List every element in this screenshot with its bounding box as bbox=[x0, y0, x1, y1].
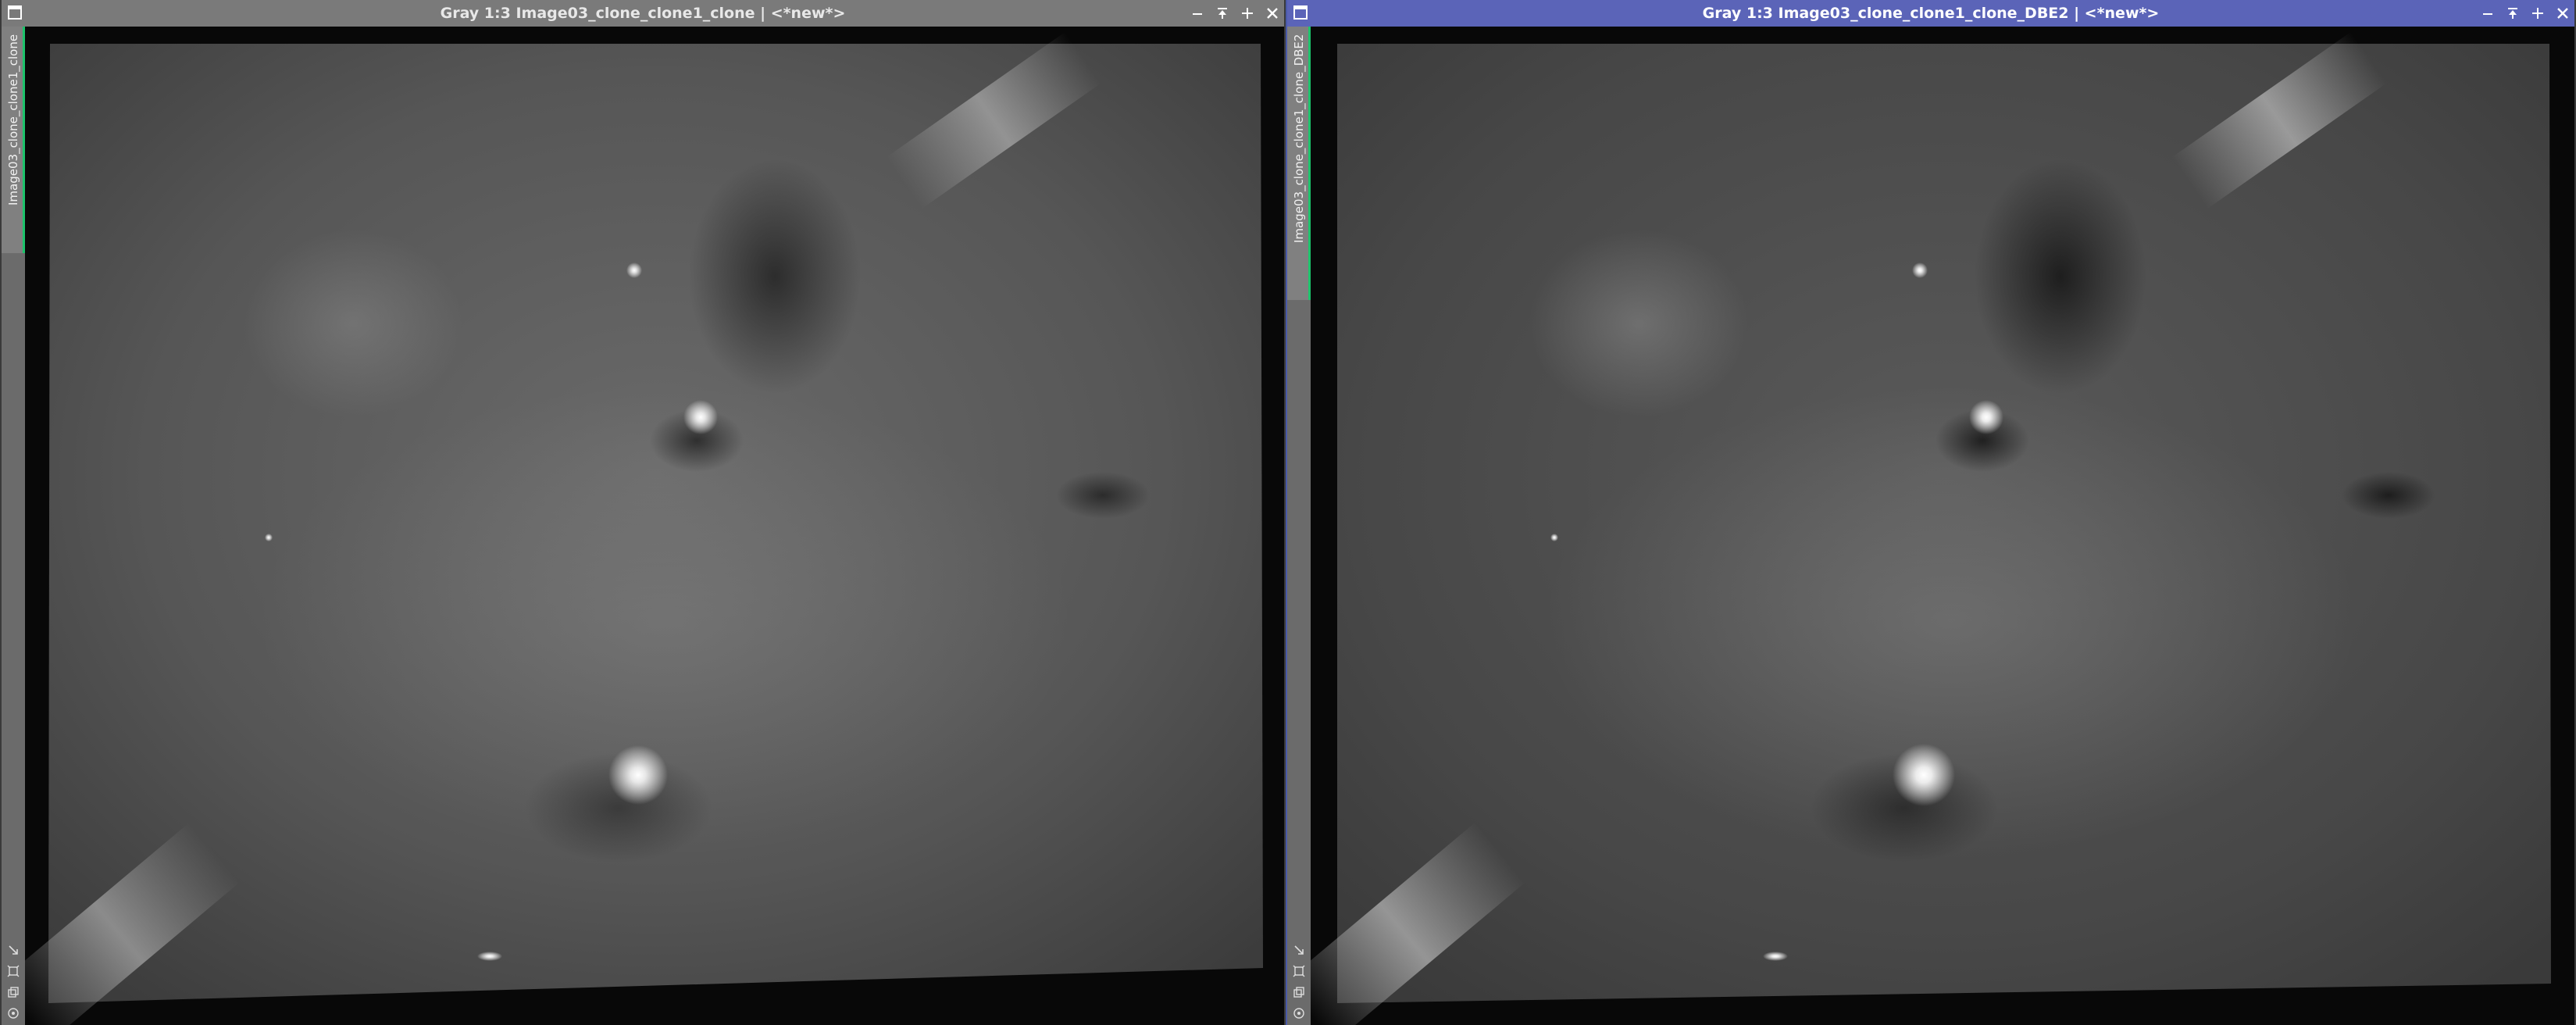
maximize-icon[interactable] bbox=[2531, 6, 2545, 20]
clone-view-icon[interactable] bbox=[1292, 985, 1306, 999]
image-window-left[interactable]: Gray 1:3 Image03_clone_clone1_clone | <*… bbox=[0, 0, 1286, 1025]
window-menu-icon[interactable] bbox=[8, 5, 22, 20]
window-title: Gray 1:3 Image03_clone_clone1_clone_DBE2… bbox=[1702, 5, 2160, 22]
view-sidebar: Image03_clone_clone1_clone_DBE2 bbox=[1287, 27, 1311, 1025]
zoom-to-fit-icon[interactable] bbox=[6, 943, 20, 957]
clone-view-icon[interactable] bbox=[6, 985, 20, 999]
view-tab[interactable]: Image03_clone_clone1_clone bbox=[2, 27, 25, 253]
options-icon[interactable] bbox=[6, 1006, 20, 1020]
image-window-right[interactable]: Gray 1:3 Image03_clone_clone1_clone_DBE2… bbox=[1286, 0, 2576, 1025]
close-icon[interactable] bbox=[1265, 6, 1279, 20]
view-tab-label: Image03_clone_clone1_clone bbox=[6, 34, 20, 206]
astro-image bbox=[1311, 31, 2551, 1025]
maximize-icon[interactable] bbox=[1240, 6, 1254, 20]
image-viewport[interactable] bbox=[1311, 27, 2574, 1025]
view-sidebar: Image03_clone_clone1_clone bbox=[2, 27, 25, 1025]
astro-image bbox=[25, 31, 1263, 1025]
shade-icon[interactable] bbox=[2506, 6, 2520, 20]
close-icon[interactable] bbox=[2556, 6, 2570, 20]
zoom-to-fit-icon[interactable] bbox=[1292, 943, 1306, 957]
minimize-icon[interactable] bbox=[1190, 6, 1204, 20]
window-titlebar[interactable]: Gray 1:3 Image03_clone_clone1_clone | <*… bbox=[2, 0, 1284, 27]
image-viewport[interactable] bbox=[25, 27, 1284, 1025]
view-tab-label: Image03_clone_clone1_clone_DBE2 bbox=[1292, 34, 1306, 244]
shade-icon[interactable] bbox=[1215, 6, 1229, 20]
fit-view-icon[interactable] bbox=[6, 964, 20, 978]
window-title: Gray 1:3 Image03_clone_clone1_clone | <*… bbox=[440, 5, 846, 22]
fit-view-icon[interactable] bbox=[1292, 964, 1306, 978]
view-tab[interactable]: Image03_clone_clone1_clone_DBE2 bbox=[1287, 27, 1311, 300]
window-menu-icon[interactable] bbox=[1293, 5, 1308, 20]
minimize-icon[interactable] bbox=[2481, 6, 2495, 20]
options-icon[interactable] bbox=[1292, 1006, 1306, 1020]
window-titlebar[interactable]: Gray 1:3 Image03_clone_clone1_clone_DBE2… bbox=[1287, 0, 2574, 27]
